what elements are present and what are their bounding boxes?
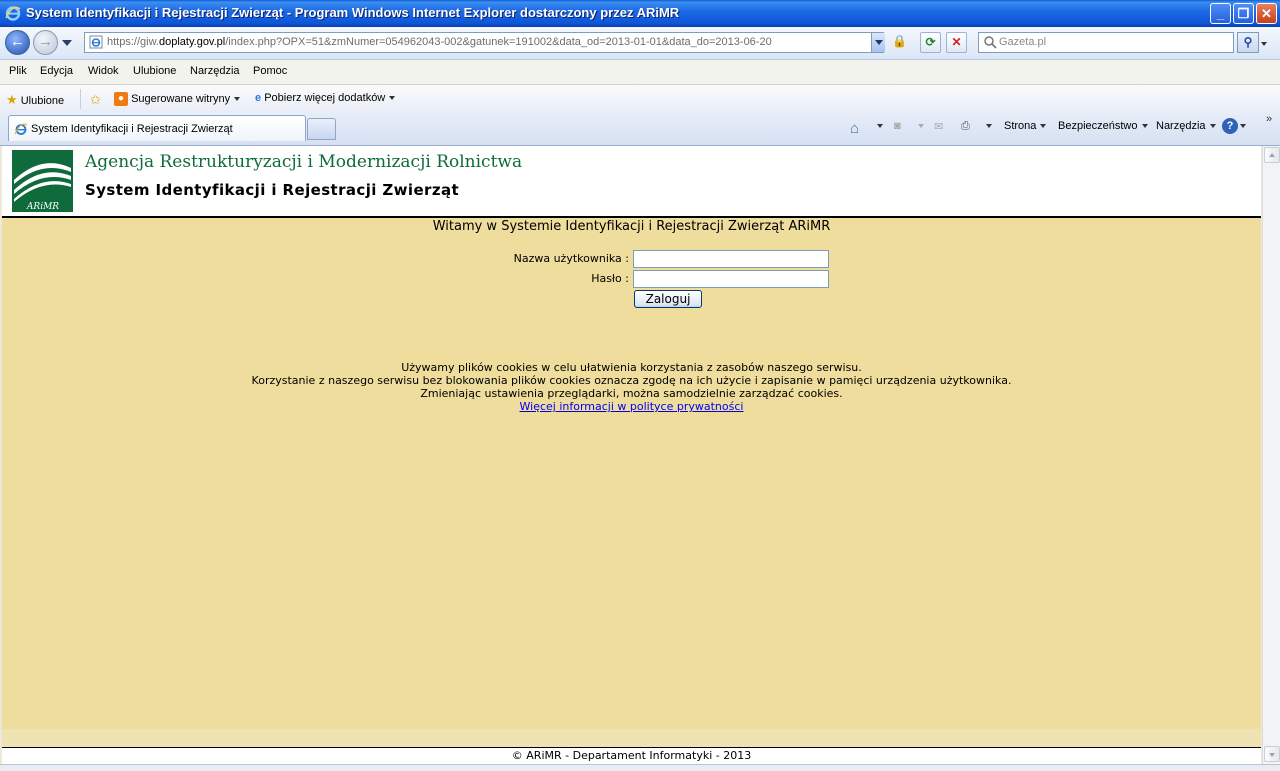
- login-button[interactable]: Zaloguj: [634, 290, 702, 308]
- vertical-scrollbar[interactable]: [1262, 146, 1280, 764]
- window-title: System Identyfikacji i Rejestracji Zwier…: [26, 5, 680, 20]
- search-placeholder: Gazeta.pl: [999, 36, 1047, 48]
- home-dropdown[interactable]: [873, 120, 883, 132]
- new-tab-button[interactable]: [307, 118, 336, 140]
- menu-tools[interactable]: Narzędzia: [190, 65, 240, 77]
- add-favorite-icon: ✩: [90, 92, 101, 107]
- window-titlebar[interactable]: System Identyfikacji i Rejestracji Zwier…: [0, 0, 1280, 27]
- forward-icon: →: [38, 33, 53, 50]
- lock-icon[interactable]: 🔒: [889, 32, 910, 53]
- safety-menu[interactable]: Bezpieczeństwo: [1058, 120, 1148, 132]
- feeds-dropdown[interactable]: [914, 120, 924, 132]
- suggested-sites-button[interactable]: ● Sugerowane witryny: [114, 92, 241, 106]
- recent-pages-dropdown[interactable]: [62, 40, 72, 46]
- address-url: https://giw.doplaty.gov.pl/index.php?OPX…: [107, 36, 772, 48]
- close-button[interactable]: ✕: [1256, 3, 1277, 24]
- search-button[interactable]: ⚲: [1237, 32, 1259, 53]
- forward-button[interactable]: →: [33, 30, 58, 55]
- ie-page-icon: [89, 35, 103, 49]
- tab-label: System Identyfikacji i Rejestracji Zwier…: [31, 123, 233, 135]
- home-icon[interactable]: ⌂: [850, 120, 859, 137]
- favbar-divider: [80, 89, 81, 109]
- cookie-line-2: Korzystanie z naszego serwisu bez blokow…: [251, 374, 1012, 387]
- cookie-notice: Używamy plików cookies w celu ułatwienia…: [2, 361, 1261, 413]
- favorites-bar: ★ Ulubione ✩ ● Sugerowane witryny e Pobi…: [0, 85, 1280, 113]
- star-icon: ★: [6, 92, 18, 107]
- username-field[interactable]: [633, 250, 829, 268]
- scroll-down-button[interactable]: [1264, 746, 1280, 762]
- stop-icon[interactable]: ✕: [946, 32, 967, 53]
- suggested-sites-icon: ●: [114, 92, 128, 106]
- password-label: Hasło :: [591, 272, 629, 285]
- back-icon: ←: [10, 33, 25, 50]
- get-addons-button[interactable]: e Pobierz więcej dodatków: [255, 92, 396, 104]
- refresh-icon[interactable]: ⟳: [920, 32, 941, 53]
- tools-menu[interactable]: Narzędzia: [1156, 120, 1216, 132]
- page-viewport: ARiMR Agencja Restrukturyzacji i Moderni…: [2, 146, 1261, 764]
- password-field[interactable]: [633, 270, 829, 288]
- page-menu[interactable]: Strona: [1004, 120, 1047, 132]
- footer-band: [2, 729, 1261, 747]
- cookie-line-3: Zmieniając ustawienia przeglądarki, możn…: [420, 387, 843, 400]
- ie-addons-icon: e: [255, 92, 262, 104]
- search-input[interactable]: Gazeta.pl: [978, 32, 1234, 53]
- add-favorite-button[interactable]: ✩: [90, 92, 101, 108]
- mail-icon[interactable]: ✉: [934, 120, 943, 133]
- menu-view[interactable]: Widok: [88, 65, 119, 77]
- tab-active[interactable]: System Identyfikacji i Rejestracji Zwier…: [8, 115, 306, 141]
- site-header: ARiMR Agencja Restrukturyzacji i Moderni…: [2, 146, 1261, 218]
- site-footer: © ARiMR - Departament Informatyki - 2013: [2, 747, 1261, 764]
- menu-help[interactable]: Pomoc: [253, 65, 287, 77]
- toolbar-overflow-icon[interactable]: »: [1266, 113, 1272, 125]
- menu-file[interactable]: Plik: [9, 65, 27, 77]
- agency-name: Agencja Restrukturyzacji i Modernizacji …: [85, 152, 523, 172]
- print-dropdown[interactable]: [982, 120, 992, 132]
- scroll-up-button[interactable]: [1264, 147, 1280, 163]
- ie-page-icon: [14, 123, 28, 135]
- privacy-policy-link[interactable]: Więcej informacji w polityce prywatności: [520, 400, 744, 413]
- menu-bar: Plik Edycja Widok Ulubione Narzędzia Pom…: [0, 60, 1280, 85]
- minimize-button[interactable]: _: [1210, 3, 1231, 24]
- print-icon[interactable]: ⎙: [961, 120, 970, 133]
- search-options-dropdown[interactable]: [1260, 32, 1272, 53]
- feeds-icon[interactable]: ◙: [894, 120, 901, 132]
- address-dropdown[interactable]: [871, 33, 885, 52]
- cookie-line-1: Używamy plików cookies w celu ułatwienia…: [401, 361, 862, 374]
- system-name: System Identyfikacji i Rejestracji Zwier…: [85, 181, 460, 199]
- maximize-button[interactable]: ❐: [1233, 3, 1254, 24]
- username-label: Nazwa użytkownika :: [513, 252, 629, 265]
- back-button[interactable]: ←: [5, 30, 30, 55]
- menu-favorites[interactable]: Ulubione: [133, 65, 176, 77]
- arimr-logo: ARiMR: [12, 150, 73, 212]
- search-provider-icon: [984, 36, 997, 49]
- menu-edit[interactable]: Edycja: [40, 65, 73, 77]
- ie-logo-icon: [5, 6, 21, 21]
- logo-text: ARiMR: [26, 202, 59, 212]
- favorites-button[interactable]: ★ Ulubione: [6, 92, 64, 108]
- address-field[interactable]: https://giw.doplaty.gov.pl/index.php?OPX…: [84, 32, 884, 53]
- welcome-heading: Witamy w Systemie Identyfikacji i Rejest…: [432, 219, 831, 234]
- search-icon: ⚲: [1243, 35, 1253, 49]
- help-dropdown[interactable]: [1236, 120, 1246, 132]
